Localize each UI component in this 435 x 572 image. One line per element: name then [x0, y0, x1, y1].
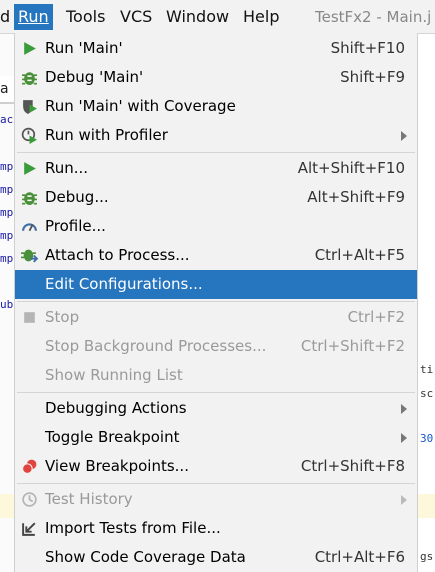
menu-run[interactable]: Run	[14, 4, 53, 30]
run-menu-dropdown: Run 'Main' Shift+F10 Debug 'Main' Shift+…	[14, 33, 418, 572]
code-fragment: sc	[420, 387, 434, 400]
stop-icon	[24, 312, 35, 323]
profiler-icon	[21, 127, 37, 144]
menu-item-toggle-breakpoint[interactable]: Toggle Breakpoint	[15, 423, 417, 452]
separator	[17, 152, 415, 153]
menu-item-run-main[interactable]: Run 'Main' Shift+F10	[15, 34, 417, 63]
history-clock-icon	[22, 492, 37, 507]
menu-item-debug-main[interactable]: Debug 'Main' Shift+F9	[15, 63, 417, 92]
menu-item-view-breakpoints[interactable]: View Breakpoints... Ctrl+Shift+F8	[15, 452, 417, 481]
code-fragment: gs	[420, 550, 434, 563]
submenu-arrow-icon	[401, 131, 407, 141]
editor-tab-fragment[interactable]: a	[0, 76, 14, 104]
code-fragment: mp	[0, 160, 14, 173]
menu-item-stop-background[interactable]: Stop Background Processes... Ctrl+Shift+…	[15, 332, 417, 361]
breakpoints-icon	[22, 459, 37, 474]
menu-bar: d Run Tools VCS Window Help TestFx2 - Ma…	[0, 0, 435, 34]
separator	[17, 301, 415, 302]
menu-run-label: Run	[18, 7, 49, 26]
menu-item-import-tests[interactable]: Import Tests from File...	[15, 514, 417, 543]
code-fragment: mp	[0, 206, 14, 219]
attach-debug-icon	[21, 249, 38, 263]
submenu-arrow-icon	[401, 404, 407, 414]
menu-item-run-profiler[interactable]: Run with Profiler	[15, 121, 417, 150]
menu-item-stop[interactable]: Stop Ctrl+F2	[15, 303, 417, 332]
separator	[17, 392, 415, 393]
code-fragment: ac	[0, 113, 14, 126]
menu-fragment[interactable]: d	[0, 6, 10, 28]
menu-item-attach-process[interactable]: Attach to Process... Ctrl+Alt+F5	[15, 241, 417, 270]
menu-item-test-history[interactable]: Test History	[15, 485, 417, 514]
code-fragment: mp	[0, 252, 14, 265]
debug-icon	[22, 72, 37, 85]
menu-item-edit-configurations[interactable]: Edit Configurations...	[15, 270, 417, 299]
menu-item-show-running-list[interactable]: Show Running List	[15, 361, 417, 390]
separator	[17, 483, 415, 484]
code-fragment: mp	[0, 183, 14, 196]
menu-item-debug[interactable]: Debug... Alt+Shift+F9	[15, 183, 417, 212]
code-fragment: mp	[0, 229, 14, 242]
coverage-icon	[23, 100, 37, 114]
profile-gauge-icon	[22, 223, 37, 232]
editor-right-area	[418, 34, 435, 572]
menu-item-run[interactable]: Run... Alt+Shift+F10	[15, 154, 417, 183]
menu-help[interactable]: Help	[243, 6, 279, 28]
menu-vcs[interactable]: VCS	[120, 6, 152, 28]
submenu-arrow-icon	[401, 433, 407, 443]
highlighted-line	[418, 494, 435, 518]
code-fragment: ub	[0, 298, 14, 311]
import-arrow-icon	[22, 522, 36, 536]
menu-item-profile[interactable]: Profile...	[15, 212, 417, 241]
menu-tools[interactable]: Tools	[66, 6, 105, 28]
run-icon	[24, 162, 36, 175]
code-fragment: ti	[420, 363, 434, 376]
window-title: TestFx2 - Main.j	[315, 8, 432, 26]
menu-item-show-coverage-data[interactable]: Show Code Coverage Data Ctrl+Alt+F6	[15, 543, 417, 572]
submenu-arrow-icon	[401, 495, 407, 505]
debug-icon	[22, 192, 37, 205]
code-fragment: 30	[420, 432, 434, 445]
run-icon	[24, 42, 36, 55]
highlighted-line	[0, 494, 14, 518]
menu-item-run-coverage[interactable]: Run 'Main' with Coverage	[15, 92, 417, 121]
menu-window[interactable]: Window	[166, 6, 229, 28]
menu-item-debugging-actions[interactable]: Debugging Actions	[15, 394, 417, 423]
